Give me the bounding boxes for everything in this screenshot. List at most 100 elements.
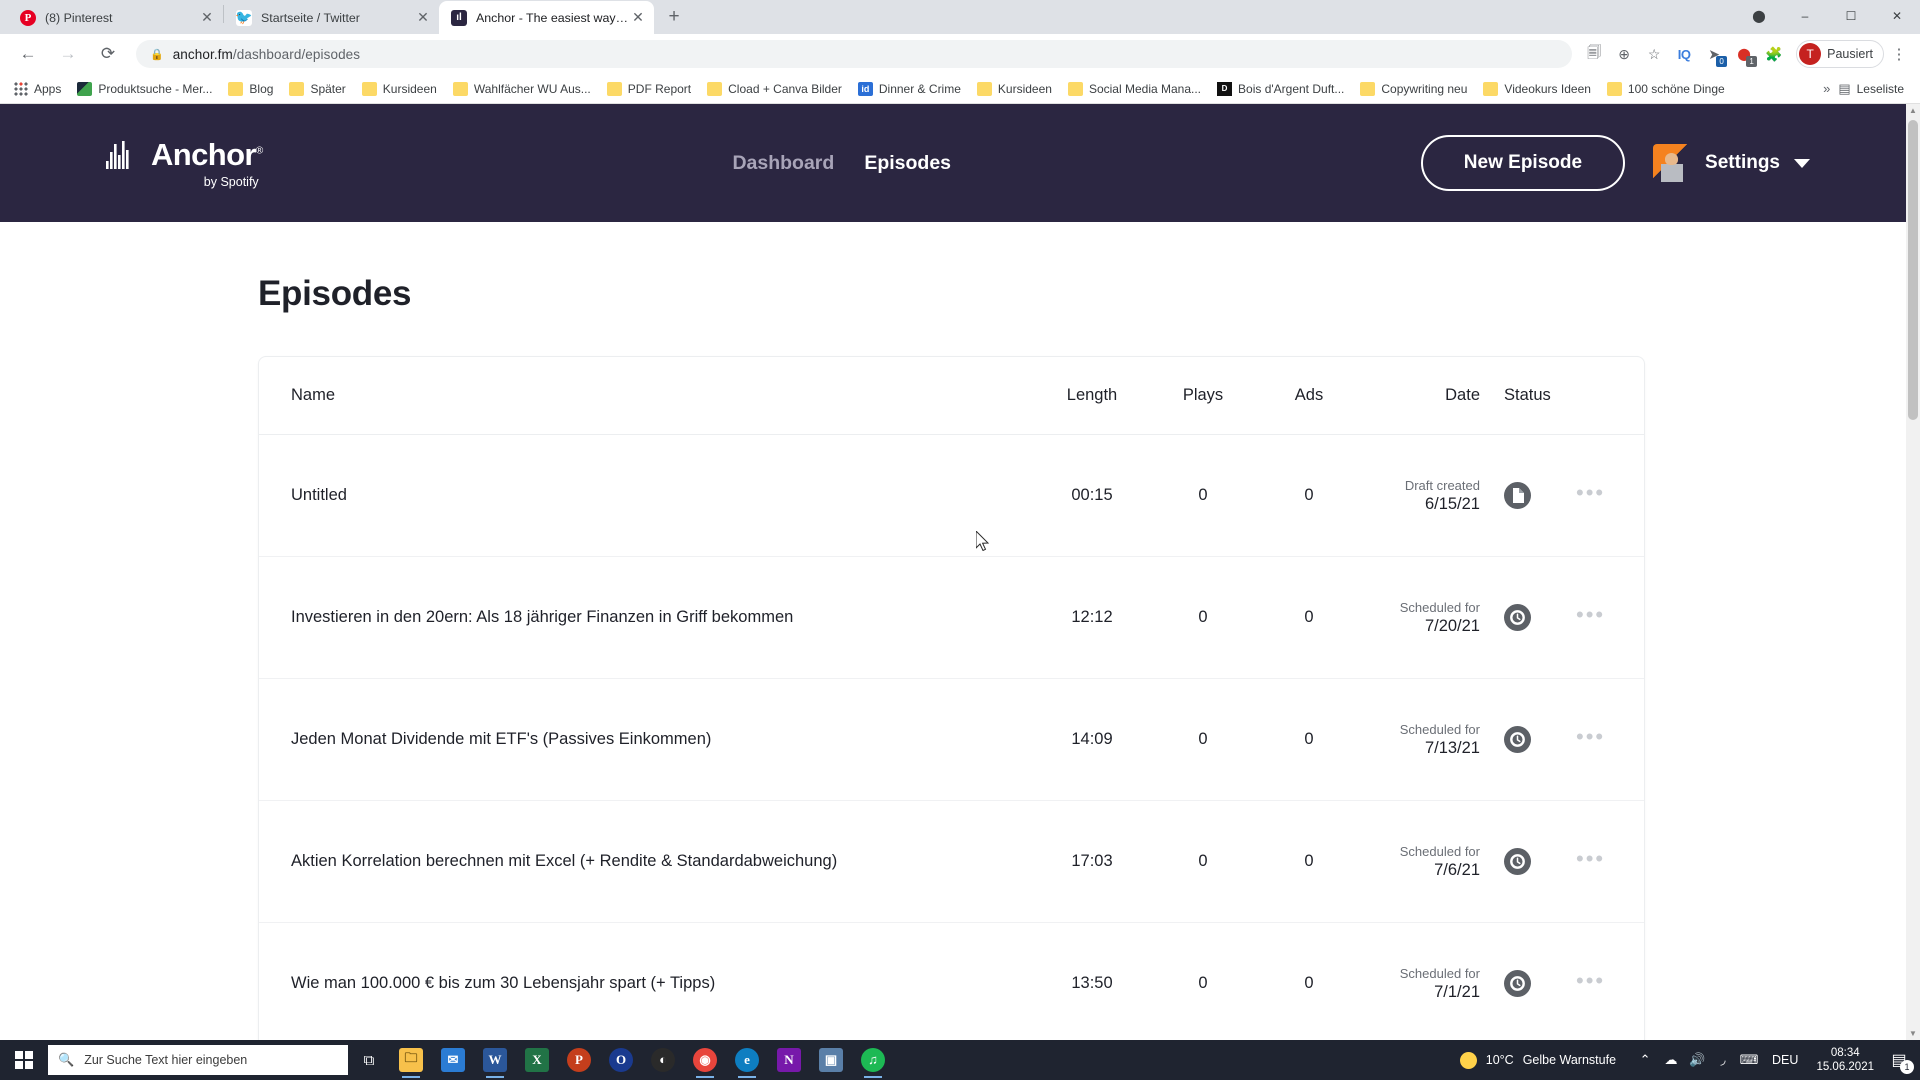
site-favicon-icon: D [1217,81,1233,96]
keyboard-icon[interactable]: ⌨ [1736,1040,1762,1080]
taskbar-app-edge[interactable]: e [726,1040,768,1080]
show-hidden-icons-button[interactable]: ⌃ [1632,1040,1658,1080]
extension-iq-icon[interactable]: IQ [1670,40,1698,68]
taskbar-app-word[interactable]: W [474,1040,516,1080]
site-favicon-icon [77,81,93,96]
scroll-down-arrow[interactable]: ▼ [1908,1029,1918,1038]
scroll-up-arrow[interactable]: ▲ [1908,106,1918,115]
new-episode-button[interactable]: New Episode [1420,135,1626,191]
taskbar-app-onenote[interactable]: N [768,1040,810,1080]
bookmark-videokurs[interactable]: Videokurs Ideen [1475,77,1599,101]
table-row[interactable]: Untitled 00:15 0 0 Draft created 6/15/21 [259,435,1644,557]
clock[interactable]: 08:34 15.06.2021 [1808,1046,1882,1074]
profile-button[interactable]: T Pausiert [1796,40,1884,68]
row-menu-button[interactable]: ••• [1576,481,1636,505]
close-window-button[interactable]: ✕ [1874,0,1920,32]
onedrive-icon[interactable]: ☁ [1658,1040,1684,1080]
taskbar-app-excel[interactable]: X [516,1040,558,1080]
table-row[interactable]: Jeden Monat Dividende mit ETF's (Passive… [259,679,1644,801]
bookmark-social-media[interactable]: Social Media Mana... [1060,77,1209,101]
close-tab-icon[interactable]: ✕ [197,8,217,28]
scrollbar-thumb[interactable] [1908,120,1918,420]
extension-adblock-icon[interactable]: ⬤ 1 [1730,40,1758,68]
page-scrollbar[interactable]: ▲ ▼ [1906,104,1920,1040]
bookmarks-overflow-icon[interactable]: » [1815,81,1838,96]
row-menu-button[interactable]: ••• [1576,969,1636,993]
notification-center-button[interactable]: ▤ 1 [1882,1040,1916,1080]
nav-item-dashboard[interactable]: Dashboard [732,152,834,175]
extensions-puzzle-icon[interactable]: 🧩 [1760,40,1788,68]
forward-button[interactable]: → [53,39,83,69]
adblock-badge: 1 [1746,56,1758,67]
bookmark-100-schoene-dinge[interactable]: 100 schöne Dinge [1599,77,1733,101]
bookmark-cload-canva[interactable]: Cload + Canva Bilder [699,77,850,101]
date-label: Scheduled for [1399,965,1480,981]
extension-pocket-icon[interactable]: ➤ 0 [1700,40,1728,68]
bookmark-blog[interactable]: Blog [220,77,281,101]
back-button[interactable]: ← [13,39,43,69]
bookmark-bois-dargent[interactable]: D Bois d'Argent Duft... [1209,77,1352,101]
translate-icon[interactable]: 🗐 [1580,40,1608,68]
browser-tab-anchor[interactable]: ıl Anchor - The easiest way to mak ✕ [439,1,654,34]
row-menu-button[interactable]: ••• [1576,847,1636,871]
start-button[interactable] [0,1040,48,1080]
nav-item-episodes[interactable]: Episodes [864,152,951,175]
close-tab-icon[interactable]: ✕ [628,8,648,28]
bookmark-wahlfaecher[interactable]: Wahlfächer WU Aus... [445,77,599,101]
maximize-button[interactable]: ☐ [1828,0,1874,32]
bookmark-apps[interactable]: Apps [6,77,69,101]
bookmark-produktsuche[interactable]: Produktsuche - Mer... [69,77,220,101]
task-view-button[interactable]: ⧉ [348,1040,390,1080]
column-header-length: Length [1066,386,1118,404]
taskbar-app-dark[interactable]: ◐ [642,1040,684,1080]
reading-list-button[interactable]: ▤ Leseliste [1838,81,1914,97]
wifi-icon[interactable]: ◞ [1710,1040,1736,1080]
anchor-logo[interactable]: Anchor® by Spotify [106,137,263,189]
extensions-tray-icon[interactable]: ⬤ [1736,0,1782,32]
table-row[interactable]: Aktien Korrelation berechnen mit Excel (… [259,801,1644,923]
bookmark-copywriting[interactable]: Copywriting neu [1352,77,1475,101]
volume-icon[interactable]: 🔊 [1684,1040,1710,1080]
chrome-browser-window: P (8) Pinterest ✕ 🐦 Startseite / Twitter… [0,0,1920,1040]
taskbar-app-chrome[interactable]: ◉ [684,1040,726,1080]
table-row[interactable]: Investieren in den 20ern: Als 18 jährige… [259,557,1644,679]
header-right: New Episode Settings [1420,135,1920,191]
taskbar-app-file-explorer[interactable]: 🗀 [390,1040,432,1080]
window-controls: ⬤ – ☐ ✕ [1736,0,1920,32]
reload-button[interactable]: ⟳ [93,39,123,69]
zoom-icon[interactable]: ⊕ [1610,40,1638,68]
settings-menu[interactable]: Settings [1653,144,1810,182]
close-tab-icon[interactable]: ✕ [413,8,433,28]
browser-tab-twitter[interactable]: 🐦 Startseite / Twitter ✕ [224,1,439,34]
taskbar-app-spotify[interactable]: ♫ [852,1040,894,1080]
episode-ads: 0 [1304,852,1314,870]
table-row[interactable]: Wie man 100.000 € bis zum 30 Lebensjahr … [259,923,1644,1040]
bookmark-kursideen-1[interactable]: Kursideen [354,77,445,101]
bookmark-pdf-report[interactable]: PDF Report [599,77,699,101]
row-menu-button[interactable]: ••• [1576,603,1636,627]
browser-tab-pinterest[interactable]: P (8) Pinterest ✕ [8,1,223,34]
new-tab-button[interactable]: + [660,3,688,31]
anchor-logo-text: Anchor® [151,137,263,172]
bookmark-star-icon[interactable]: ☆ [1640,40,1668,68]
browser-menu-icon[interactable]: ⋮ [1886,40,1912,68]
bookmark-dinner-crime[interactable]: id Dinner & Crime [850,77,969,101]
bookmark-label: Später [310,81,346,96]
bookmark-spaeter[interactable]: Später [281,77,353,101]
bookmark-kursideen-2[interactable]: Kursideen [969,77,1060,101]
tab-title: Startseite / Twitter [261,10,360,25]
language-indicator[interactable]: DEU [1762,1053,1808,1067]
taskbar-search[interactable]: 🔍 Zur Suche Text hier eingeben [48,1045,348,1075]
taskbar-app-mail[interactable]: ✉ [432,1040,474,1080]
address-bar[interactable]: 🔒 anchor.fm/dashboard/episodes [136,40,1573,68]
taskbar-app-photos[interactable]: ▣ [810,1040,852,1080]
minimize-button[interactable]: – [1782,0,1828,32]
weather-widget[interactable]: 10°C Gelbe Warnstufe [1459,1051,1632,1069]
taskbar-app-powerpoint[interactable]: P [558,1040,600,1080]
episode-ads: 0 [1304,486,1314,504]
episode-ads: 0 [1304,608,1314,626]
taskbar-app-opera[interactable]: O [600,1040,642,1080]
windows-taskbar: 🔍 Zur Suche Text hier eingeben ⧉ 🗀 ✉ W X… [0,1040,1920,1080]
apps-grid-icon [14,81,28,96]
row-menu-button[interactable]: ••• [1576,725,1636,749]
